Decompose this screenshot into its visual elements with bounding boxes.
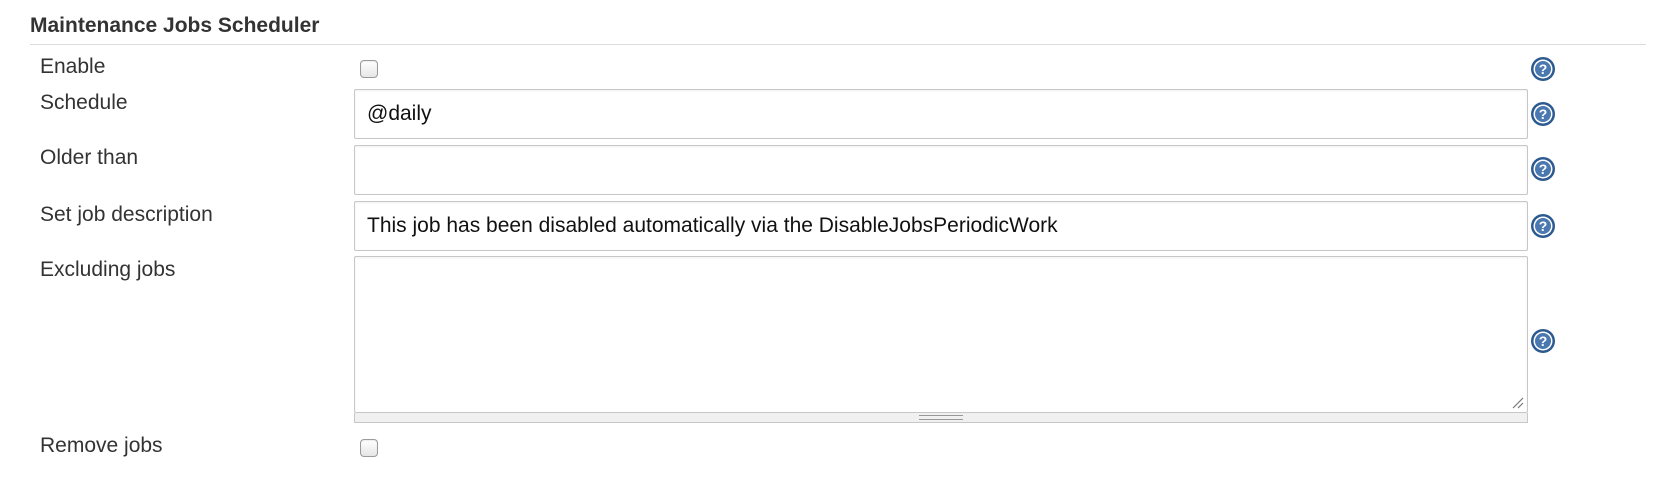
section-divider [30,44,1646,45]
help-icon[interactable]: ? [1530,101,1556,127]
resize-grip-icon[interactable] [1512,397,1524,409]
schedule-label: Schedule [40,91,128,114]
enable-label: Enable [40,55,106,78]
svg-text:?: ? [1539,333,1548,349]
set-job-description-input[interactable]: This job has been disabled automatically… [354,201,1528,251]
textarea-resize-bar[interactable] [354,413,1528,423]
schedule-input[interactable]: @daily [354,89,1528,139]
svg-text:?: ? [1539,161,1548,177]
older-than-label: Older than [40,146,139,169]
enable-checkbox[interactable] [360,60,378,78]
excluding-jobs-label: Excluding jobs [40,258,176,281]
help-icon[interactable]: ? [1530,56,1556,82]
svg-text:?: ? [1539,106,1548,122]
svg-text:?: ? [1539,61,1548,77]
help-icon[interactable]: ? [1530,156,1556,182]
resize-grip-icon [919,415,963,420]
remove-jobs-checkbox[interactable] [360,439,378,457]
excluding-jobs-textarea[interactable] [354,256,1528,413]
help-icon[interactable]: ? [1530,328,1556,354]
svg-text:?: ? [1539,218,1548,234]
older-than-input[interactable] [354,145,1528,195]
section-title: Maintenance Jobs Scheduler [30,14,320,37]
set-job-description-label: Set job description [40,203,213,226]
help-icon[interactable]: ? [1530,213,1556,239]
remove-jobs-label: Remove jobs [40,434,163,457]
